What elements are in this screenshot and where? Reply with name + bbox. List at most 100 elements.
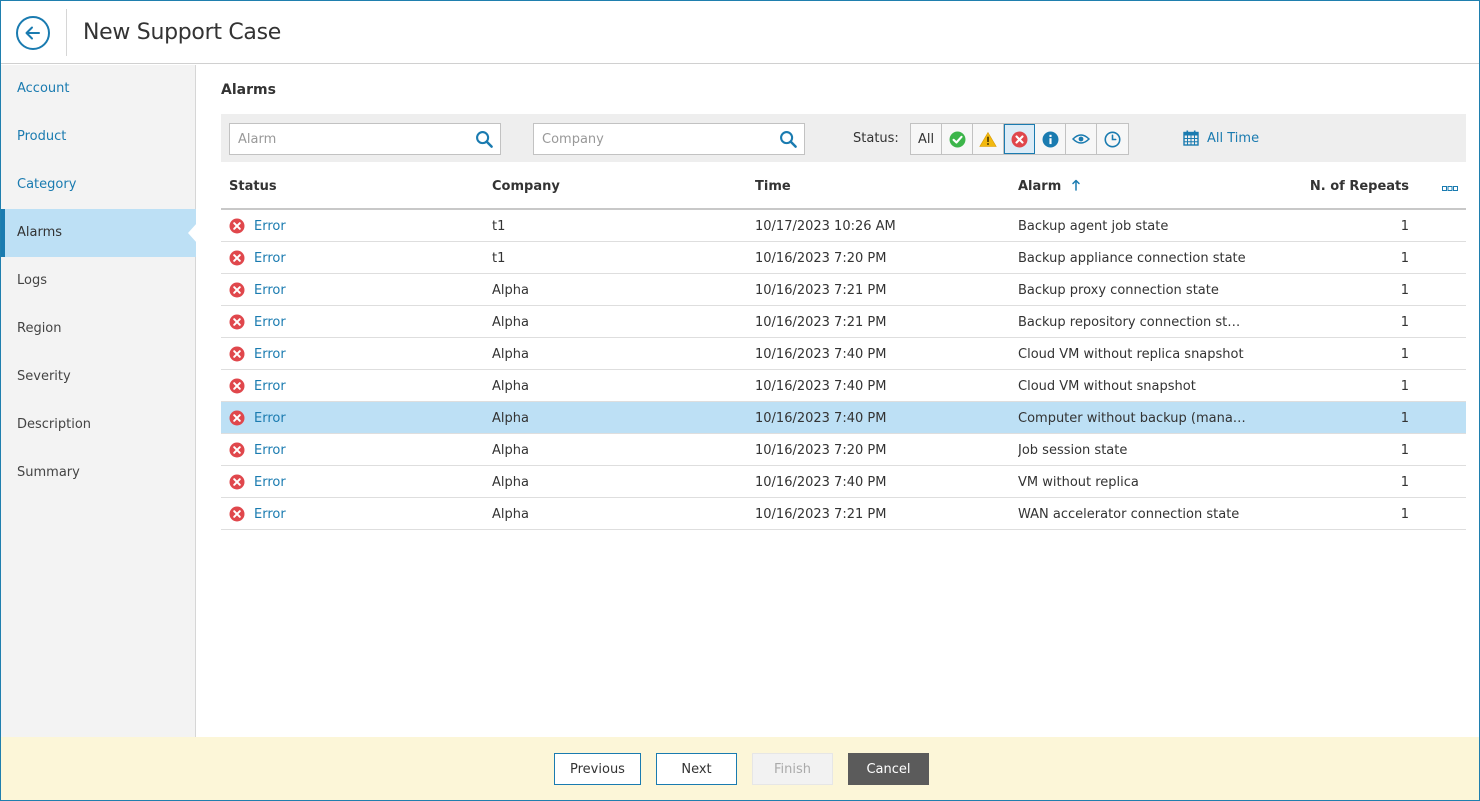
table-row[interactable]: Error Alpha 10/16/2023 7:40 PM VM without r…: [221, 466, 1466, 498]
column-header-company[interactable]: Company: [492, 179, 560, 194]
wizard-steps-sidebar: Account Product Category Alarms Logs Reg…: [1, 65, 197, 737]
sidebar-item-logs[interactable]: Logs: [1, 257, 196, 305]
status-resolved-button[interactable]: [1097, 124, 1128, 154]
alarm-cell: Job session state: [1018, 443, 1128, 458]
table-row[interactable]: Error Alpha 10/16/2023 7:21 PM Backup proxy…: [221, 274, 1466, 306]
error-x-circle-icon: [1011, 131, 1027, 147]
company-cell: t1: [492, 219, 506, 234]
status-link[interactable]: Error: [254, 251, 286, 266]
status-link[interactable]: Error: [254, 379, 286, 394]
sidebar-item-severity[interactable]: Severity: [1, 353, 196, 401]
alarm-cell: Cloud VM without snapshot: [1018, 379, 1196, 394]
table-row[interactable]: Error Alpha 10/16/2023 7:20 PM Job session …: [221, 434, 1466, 466]
time-cell: 10/16/2023 7:40 PM: [755, 379, 887, 394]
alarm-cell: Backup proxy connection state: [1018, 283, 1219, 298]
status-link[interactable]: Error: [254, 507, 286, 522]
info-icon: [1042, 131, 1058, 147]
time-cell: 10/16/2023 7:20 PM: [755, 251, 887, 266]
sidebar-item-region[interactable]: Region: [1, 305, 196, 353]
time-cell: 10/16/2023 7:20 PM: [755, 443, 887, 458]
support-case-window: New Support Case Account Product Categor…: [0, 0, 1480, 801]
table-row[interactable]: Error Alpha 10/16/2023 7:40 PM Cloud VM wit…: [221, 370, 1466, 402]
status-warning-button[interactable]: [973, 124, 1004, 154]
column-chooser-icon[interactable]: [1442, 181, 1458, 196]
clock-icon: [1104, 130, 1121, 148]
status-link[interactable]: Error: [254, 475, 286, 490]
alarm-search-input[interactable]: [230, 124, 500, 154]
alarm-cell: Computer without backup (manage...: [1018, 411, 1248, 426]
repeats-cell: 1: [1400, 283, 1409, 298]
company-cell: Alpha: [492, 411, 529, 426]
arrow-left-icon: [25, 26, 40, 40]
main-content: Alarms Status: All: [197, 65, 1479, 737]
sidebar-item-alarms[interactable]: Alarms: [1, 209, 197, 257]
error-x-circle-icon: [229, 250, 245, 266]
error-x-circle-icon: [229, 218, 245, 234]
wizard-footer: Previous Next Finish Cancel: [1, 737, 1479, 800]
column-header-alarm-label: Alarm: [1018, 179, 1062, 194]
error-x-circle-icon: [229, 314, 245, 330]
table-row[interactable]: Error t1 10/16/2023 7:20 PM Backup applianc…: [221, 242, 1466, 274]
column-header-status[interactable]: Status: [229, 179, 277, 194]
status-link[interactable]: Error: [254, 411, 286, 426]
status-filter-label: Status:: [853, 131, 899, 146]
sidebar-item-description[interactable]: Description: [1, 401, 196, 449]
status-error-button[interactable]: [1004, 124, 1035, 154]
company-cell: Alpha: [492, 443, 529, 458]
header: New Support Case: [1, 1, 1479, 64]
next-button[interactable]: Next: [656, 753, 737, 785]
repeats-cell: 1: [1400, 315, 1409, 330]
time-period-filter[interactable]: All Time: [1183, 130, 1259, 146]
status-cell: Error: [229, 442, 286, 458]
sidebar-item-account[interactable]: Account: [1, 65, 196, 113]
finish-button[interactable]: Finish: [752, 753, 833, 785]
table-row[interactable]: Error Alpha 10/16/2023 7:21 PM Backup repos…: [221, 306, 1466, 338]
company-cell: Alpha: [492, 475, 529, 490]
sidebar-item-summary[interactable]: Summary: [1, 449, 196, 497]
status-info-button[interactable]: [1035, 124, 1066, 154]
status-link[interactable]: Error: [254, 315, 286, 330]
page-title: New Support Case: [83, 20, 281, 45]
status-link[interactable]: Error: [254, 347, 286, 362]
column-header-time[interactable]: Time: [755, 179, 791, 194]
table-header: Status Company Time Alarm N. of Repeats: [221, 162, 1466, 210]
sort-ascending-icon: [1072, 179, 1080, 191]
sidebar-item-product[interactable]: Product: [1, 113, 196, 161]
table-row[interactable]: Error Alpha 10/16/2023 7:40 PM Cloud VM wit…: [221, 338, 1466, 370]
error-x-circle-icon: [229, 506, 245, 522]
filter-toolbar: Status: All: [221, 114, 1466, 162]
status-cell: Error: [229, 474, 286, 490]
alarm-search-box: [229, 123, 501, 155]
back-button[interactable]: [16, 16, 50, 50]
time-period-label: All Time: [1207, 130, 1260, 146]
status-link[interactable]: Error: [254, 283, 286, 298]
status-all-button[interactable]: All: [911, 124, 942, 154]
time-cell: 10/16/2023 7:21 PM: [755, 283, 887, 298]
search-icon[interactable]: [475, 130, 494, 149]
status-cell: Error: [229, 282, 286, 298]
time-cell: 10/17/2023 10:26 AM: [755, 219, 896, 234]
status-cell: Error: [229, 506, 286, 522]
status-cell: Error: [229, 378, 286, 394]
error-x-circle-icon: [229, 410, 245, 426]
table-row[interactable]: Error Alpha 10/16/2023 7:21 PM WAN accelera…: [221, 498, 1466, 530]
table-row[interactable]: Error Alpha 10/16/2023 7:40 PM Computer wit…: [221, 402, 1466, 434]
status-link[interactable]: Error: [254, 219, 286, 234]
table-row[interactable]: Error t1 10/17/2023 10:26 AM Backup agent j…: [221, 210, 1466, 242]
column-header-repeats[interactable]: N. of Repeats: [1310, 179, 1409, 194]
status-acknowledged-button[interactable]: [1066, 124, 1097, 154]
time-cell: 10/16/2023 7:40 PM: [755, 411, 887, 426]
alarm-cell: WAN accelerator connection state: [1018, 507, 1240, 522]
cancel-button[interactable]: Cancel: [848, 753, 929, 785]
search-icon[interactable]: [779, 130, 798, 149]
company-search-input[interactable]: [534, 124, 804, 154]
previous-button[interactable]: Previous: [554, 753, 641, 785]
sidebar-item-category[interactable]: Category: [1, 161, 196, 209]
column-header-alarm[interactable]: Alarm: [1018, 179, 1081, 194]
repeats-cell: 1: [1400, 379, 1409, 394]
table-body: Error t1 10/17/2023 10:26 AM Backup agent j…: [221, 210, 1466, 530]
status-success-button[interactable]: [942, 124, 973, 154]
status-link[interactable]: Error: [254, 443, 286, 458]
alarms-table: Status Company Time Alarm N. of Repeats: [221, 162, 1466, 530]
time-cell: 10/16/2023 7:40 PM: [755, 347, 887, 362]
